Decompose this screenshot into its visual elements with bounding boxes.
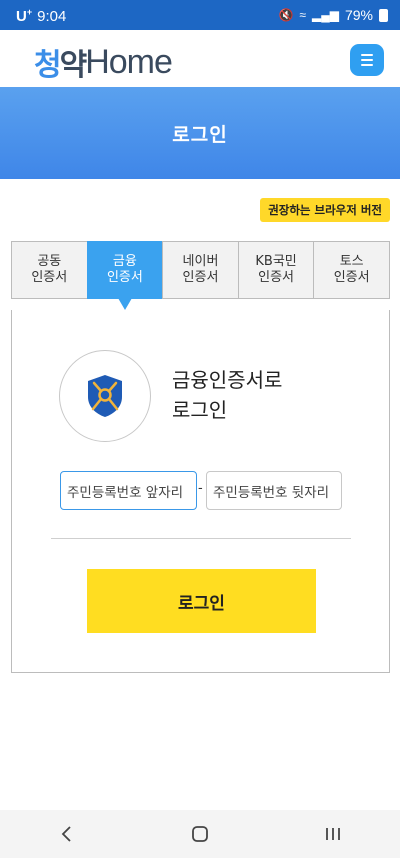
cert-tabs: 공동 인증서 금융 인증서 네이버 인증서 KB국민 인증서 토스 인증서 <box>11 241 390 310</box>
login-heading: 금융인증서로 로그인 <box>172 368 283 422</box>
tab-toss-cert[interactable]: 토스 인증서 <box>313 241 390 299</box>
rrn-back-input[interactable]: 주민등록번호 뒷자리 <box>206 471 342 510</box>
divider <box>51 538 351 539</box>
page-title: 로그인 <box>172 123 228 146</box>
clock: 9:04 <box>37 7 67 25</box>
page-banner: 로그인 <box>0 87 400 179</box>
tab-financial-cert[interactable]: 금융 인증서 <box>86 241 164 310</box>
wifi-icon: ≈ <box>299 8 306 22</box>
rrn-front-input[interactable]: 주민등록번호 앞자리 <box>60 471 197 510</box>
login-button[interactable]: 로그인 <box>87 569 316 633</box>
tab-naver-cert[interactable]: 네이버 인증서 <box>162 241 239 299</box>
login-panel: 금융인증서로 로그인 주민등록번호 앞자리 - 주민등록번호 뒷자리 로그인 <box>11 310 390 673</box>
status-bar: U+ 9:04 🔇 ≈ ▂▄▆ 79% <box>0 0 400 30</box>
recent-apps-icon[interactable] <box>303 814 363 854</box>
signal-icon: ▂▄▆ <box>312 8 339 22</box>
recommended-browser-button[interactable]: 권장하는 브라우저 버전 <box>260 198 390 222</box>
app-header: 청약 Home <box>0 30 400 87</box>
rrn-separator: - <box>198 481 203 496</box>
system-nav-bar <box>0 810 400 858</box>
tab-joint-cert[interactable]: 공동 인증서 <box>11 241 88 299</box>
home-square-icon[interactable] <box>170 814 230 854</box>
tab-kb-cert[interactable]: KB국민 인증서 <box>237 241 315 299</box>
mute-icon: 🔇 <box>278 8 294 22</box>
hamburger-menu-icon[interactable] <box>350 44 384 76</box>
carrier-label: U+ <box>16 7 33 25</box>
battery-icon <box>379 8 388 22</box>
key-shield-icon <box>88 375 122 417</box>
battery-percent: 79% <box>344 7 373 23</box>
financial-cert-logo <box>59 350 151 442</box>
app-logo[interactable]: 청약 Home <box>34 40 173 84</box>
chevron-left-icon[interactable] <box>37 814 97 854</box>
